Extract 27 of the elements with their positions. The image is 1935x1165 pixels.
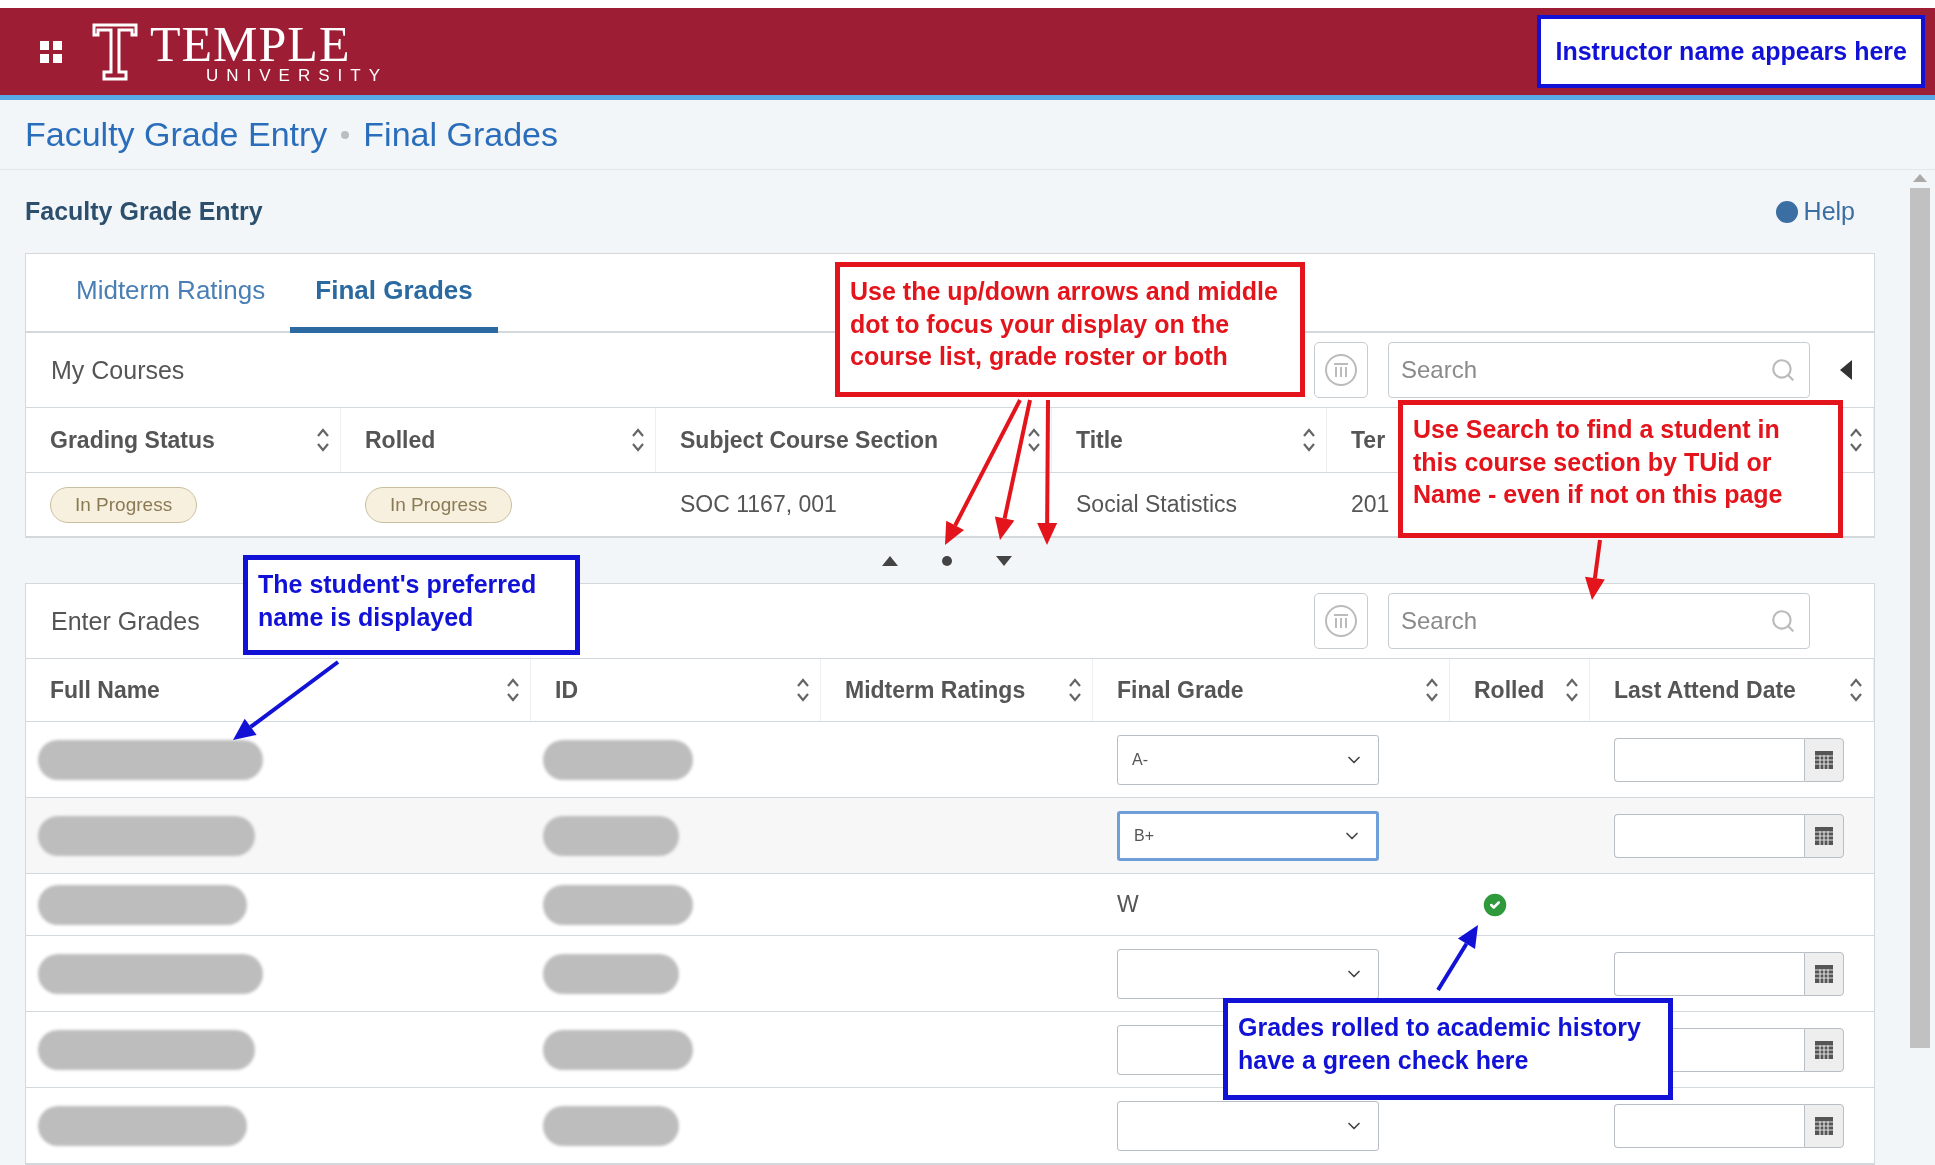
- instructor-note: Instructor name appears here: [1537, 15, 1925, 88]
- section-title: My Courses: [51, 355, 185, 385]
- column-header: Rolled: [365, 426, 436, 454]
- annotation-tooltip: Use the up/down arrows and middle dot to focus your display on the course list, grade roster or both: [835, 262, 1305, 397]
- table-cell: SOC 1167, 001: [680, 491, 837, 519]
- column-header: Subject Course Section: [680, 426, 939, 454]
- annotation-tooltip: Grades rolled to academic history have a green check here: [1223, 998, 1673, 1100]
- grade-text: W: [1117, 891, 1139, 918]
- page-title: Faculty Grade Entry: [25, 197, 263, 226]
- status-badge: In Progress: [365, 486, 513, 523]
- annotation-tooltip: Use Search to find a student in this course section by TUid or Name - even if not on this page: [1398, 400, 1843, 538]
- column-header: Title: [1076, 426, 1123, 454]
- logo-wordmark: TEMPLE: [150, 19, 351, 69]
- section-title: Enter Grades: [51, 606, 200, 636]
- table-cell: Social Statistics: [1076, 491, 1238, 519]
- column-header: Final Grade: [1117, 676, 1244, 704]
- column-header: Midterm Ratings: [845, 676, 1026, 704]
- table-cell: 201: [1351, 491, 1390, 519]
- status-badge: In Progress: [50, 486, 198, 523]
- column-header: Last Attend Date: [1614, 676, 1796, 704]
- logo-subtitle: UNIVERSITY: [206, 67, 389, 84]
- annotation-tooltip: The student's preferred name is displayed: [243, 555, 580, 655]
- column-header: Rolled: [1474, 676, 1545, 704]
- column-header: Ter: [1351, 426, 1386, 454]
- column-header: Grading Status: [50, 426, 215, 454]
- column-header: Full Name: [50, 676, 160, 704]
- column-header: ID: [555, 676, 578, 704]
